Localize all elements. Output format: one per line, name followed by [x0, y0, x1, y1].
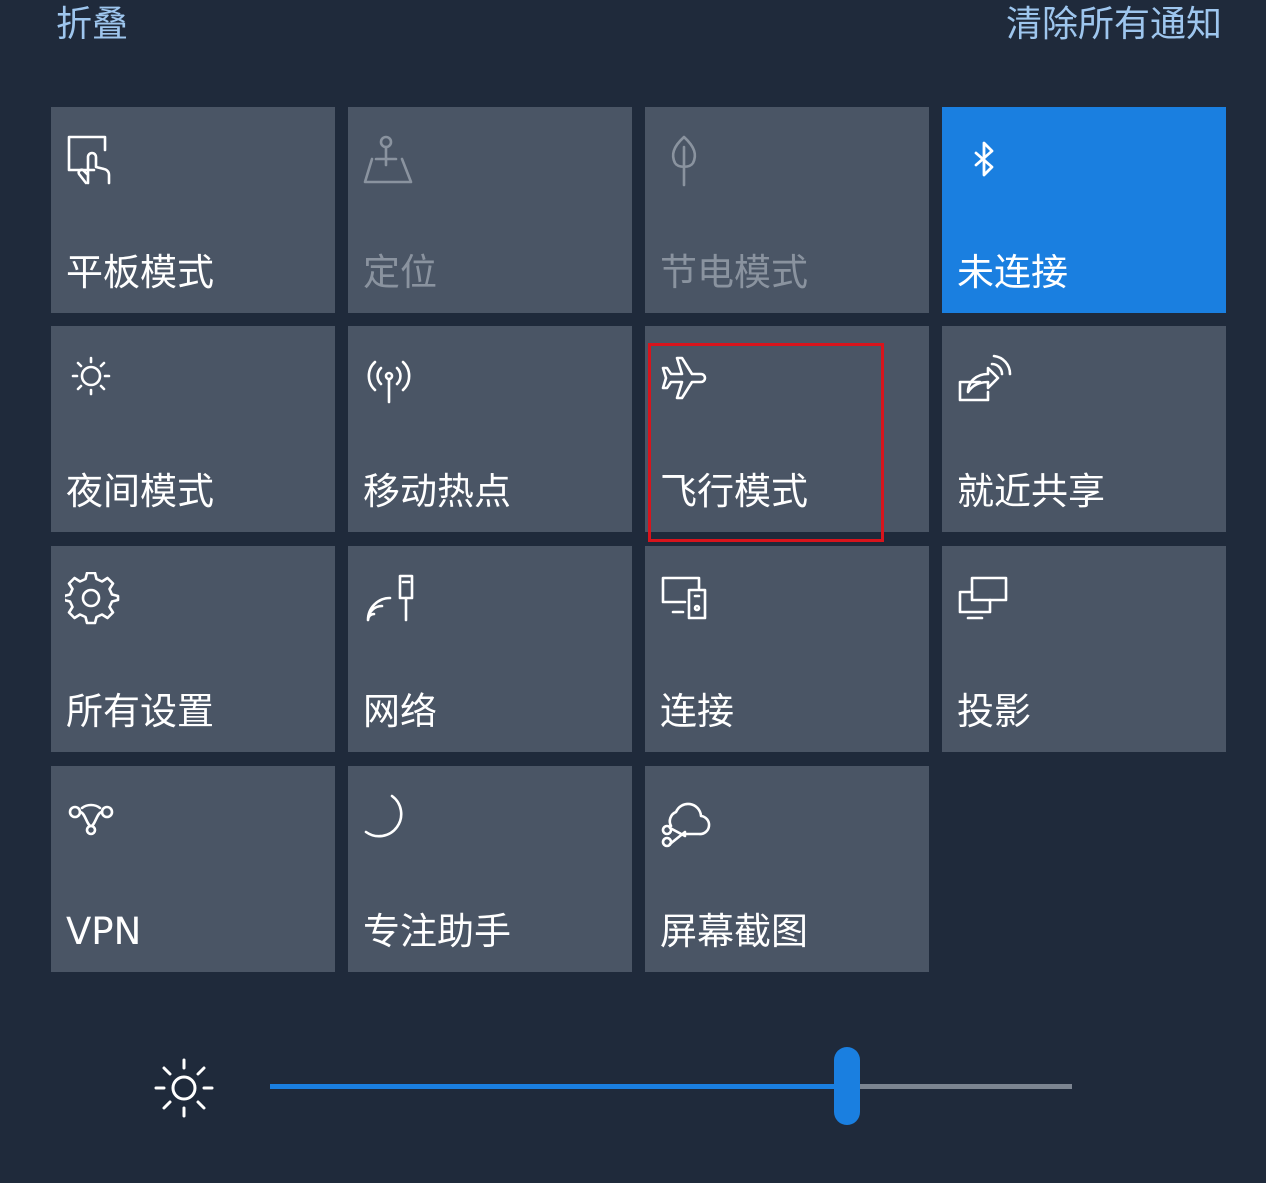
tile-label: VPN	[66, 910, 142, 953]
project-icon	[956, 572, 1012, 628]
tile-label: 屏幕截图	[660, 910, 808, 953]
tile-connect[interactable]: 连接	[645, 546, 929, 752]
tile-location[interactable]: 定位	[348, 107, 632, 313]
slider-thumb[interactable]	[834, 1047, 861, 1125]
tile-label: 就近共享	[957, 470, 1105, 513]
network-icon	[362, 572, 418, 628]
slider-fill	[270, 1084, 848, 1089]
night-light-icon	[65, 352, 121, 408]
clear-all-notifications-button[interactable]: 清除所有通知	[1006, 2, 1222, 48]
collapse-button[interactable]: 折叠	[56, 2, 128, 48]
tile-label: 节电模式	[660, 251, 808, 294]
tile-tablet-mode[interactable]: 平板模式	[51, 107, 335, 313]
tile-label: 网络	[363, 690, 437, 733]
mobile-hotspot-icon	[362, 352, 418, 408]
nearby-share-icon	[956, 352, 1012, 408]
tile-label: 飞行模式	[660, 470, 808, 513]
tile-night-light[interactable]: 夜间模式	[51, 326, 335, 532]
tile-label: 专注助手	[363, 910, 511, 953]
tile-label: 连接	[660, 690, 734, 733]
tablet-mode-icon	[65, 133, 121, 189]
brightness-slider[interactable]	[270, 1046, 1072, 1126]
tile-vpn[interactable]: VPN	[51, 766, 335, 972]
brightness-icon	[150, 1054, 218, 1122]
tile-all-settings[interactable]: 所有设置	[51, 546, 335, 752]
airplane-icon	[659, 352, 715, 408]
tile-label: 所有设置	[66, 690, 214, 733]
tile-label: 定位	[363, 251, 437, 294]
tile-screen-snip[interactable]: 屏幕截图	[645, 766, 929, 972]
tile-label: 平板模式	[66, 251, 214, 294]
location-icon	[362, 133, 418, 189]
gear-icon	[65, 572, 121, 628]
tile-network[interactable]: 网络	[348, 546, 632, 752]
tile-label: 移动热点	[363, 470, 511, 513]
tile-nearby-share[interactable]: 就近共享	[942, 326, 1226, 532]
tile-project[interactable]: 投影	[942, 546, 1226, 752]
tile-focus-assist[interactable]: 专注助手	[348, 766, 632, 972]
tile-battery-saver[interactable]: 节电模式	[645, 107, 929, 313]
bluetooth-icon	[956, 133, 1012, 189]
vpn-icon	[65, 792, 121, 848]
tile-bluetooth[interactable]: 未连接	[942, 107, 1226, 313]
tile-label: 投影	[957, 690, 1031, 733]
screen-snip-icon	[659, 792, 715, 848]
tile-mobile-hotspot[interactable]: 移动热点	[348, 326, 632, 532]
tile-label: 未连接	[957, 251, 1068, 294]
tile-label: 夜间模式	[66, 470, 214, 513]
connect-icon	[659, 572, 715, 628]
battery-saver-icon	[659, 133, 715, 189]
tile-airplane-mode[interactable]: 飞行模式	[645, 326, 929, 532]
moon-icon	[362, 792, 418, 848]
